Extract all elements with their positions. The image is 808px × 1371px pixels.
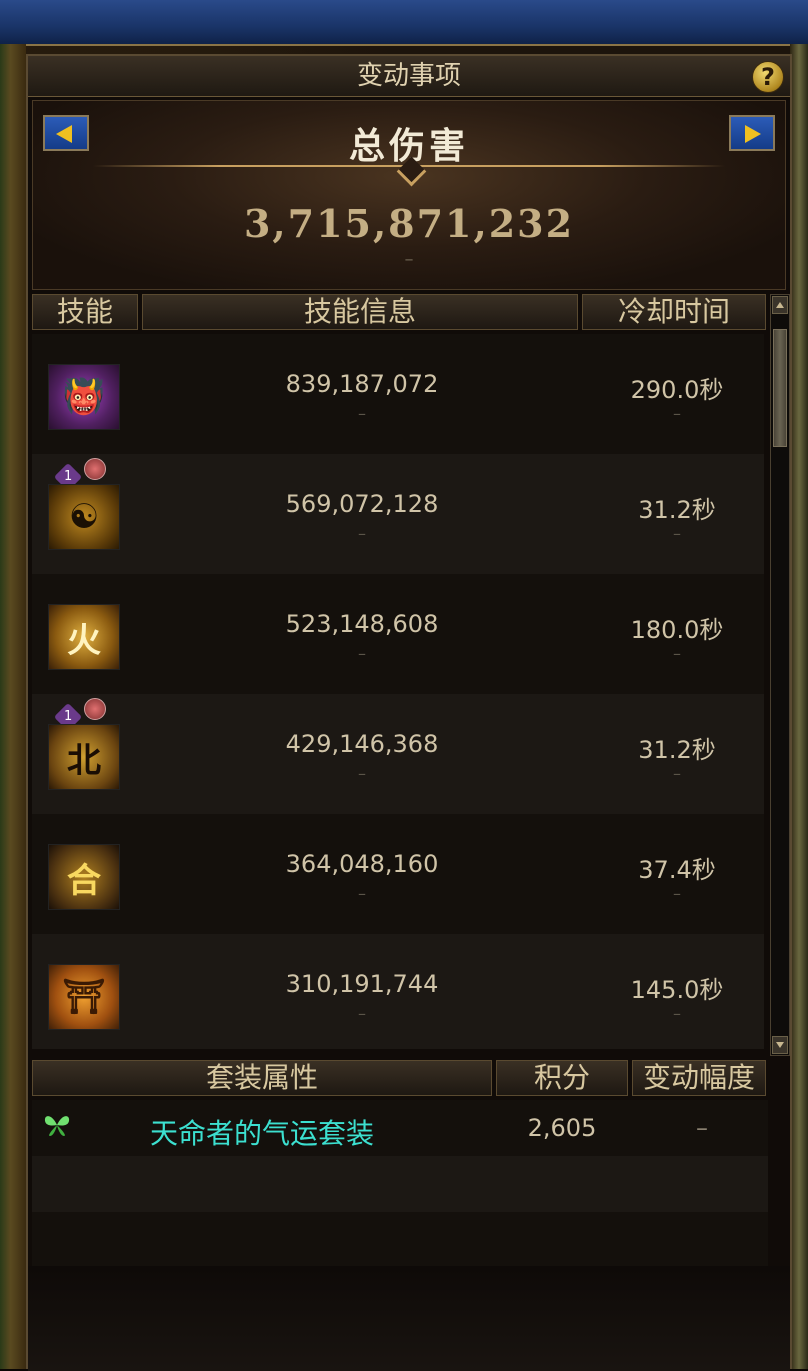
skill-damage: 310,191,744 bbox=[285, 970, 439, 998]
empty-set-row bbox=[32, 1156, 768, 1212]
set-change: – bbox=[696, 1114, 708, 1142]
skill-row[interactable]: 火 523,148,608 – 180.0秒 – bbox=[32, 574, 764, 694]
scroll-thumb[interactable] bbox=[773, 329, 787, 447]
change-details-panel: 变动事项 ? 总伤害 3,715,871,232 – 技能 技能信息 冷却时间 … bbox=[26, 54, 792, 1371]
skill-row[interactable]: 👹 839,187,072 – 290.0秒 – bbox=[32, 334, 764, 454]
skill-cooldown-change: – bbox=[673, 404, 681, 423]
column-header-skill: 技能 bbox=[32, 294, 138, 330]
skill-cooldown: 31.2秒 bbox=[638, 496, 716, 524]
panel-title: 变动事项 bbox=[356, 61, 461, 91]
help-icon[interactable]: ? bbox=[752, 61, 784, 93]
butterfly-icon bbox=[40, 1110, 74, 1140]
game-top-bar bbox=[0, 0, 808, 46]
total-damage-change: – bbox=[404, 249, 414, 270]
calligraphy-skill-icon: 北 bbox=[48, 724, 120, 790]
game-left-scenery bbox=[0, 44, 26, 1369]
skill-cooldown-change: – bbox=[673, 1004, 681, 1023]
panel-footer bbox=[28, 1266, 790, 1371]
skill-damage-change: – bbox=[358, 1004, 366, 1023]
set-name: 天命者的气运套装 bbox=[150, 1117, 375, 1150]
golden-gate-skill-icon: ⛩ bbox=[48, 964, 120, 1030]
skill-damage: 523,148,608 bbox=[285, 610, 439, 638]
total-damage-value: 3,715,871,232 bbox=[243, 201, 575, 246]
skill-damage: 364,048,160 bbox=[285, 850, 439, 878]
total-damage-header: 总伤害 3,715,871,232 – bbox=[32, 100, 786, 290]
column-header-set-attribute: 套装属性 bbox=[32, 1060, 492, 1096]
skill-cooldown: 180.0秒 bbox=[630, 616, 724, 644]
skill-row[interactable]: 1 ☯ 569,072,128 – 31.2秒 – bbox=[32, 454, 764, 574]
game-right-scenery bbox=[790, 44, 808, 1369]
empty-set-row bbox=[32, 1212, 768, 1268]
skill-damage-change: – bbox=[358, 884, 366, 903]
skill-cooldown: 37.4秒 bbox=[638, 856, 716, 884]
skill-cooldown: 290.0秒 bbox=[630, 376, 724, 404]
column-header-score: 积分 bbox=[496, 1060, 628, 1096]
skill-cooldown: 145.0秒 bbox=[630, 976, 724, 1004]
skill-badges: 1 bbox=[53, 698, 112, 732]
skill-damage-change: – bbox=[358, 644, 366, 663]
swirl-badge-icon bbox=[84, 698, 106, 720]
skill-list-scrollbar[interactable] bbox=[770, 294, 790, 1056]
skill-damage-change: – bbox=[358, 764, 366, 783]
skill-row[interactable]: 1 北 429,146,368 – 31.2秒 – bbox=[32, 694, 764, 814]
skill-row[interactable]: 合 364,048,160 – 37.4秒 – bbox=[32, 814, 764, 934]
panel-title-bar: 变动事项 ? bbox=[28, 56, 790, 97]
skill-cooldown-change: – bbox=[673, 764, 681, 783]
golden-dragon-skill-icon: 火 bbox=[48, 604, 120, 670]
set-row[interactable]: 天命者的气运套装 2,605 – bbox=[32, 1100, 768, 1156]
skill-damage: 429,146,368 bbox=[285, 730, 439, 758]
column-header-change-range: 变动幅度 bbox=[632, 1060, 766, 1096]
skill-cooldown-change: – bbox=[673, 884, 681, 903]
skill-damage-change: – bbox=[358, 404, 366, 423]
yin-yang-seal-skill-icon: ☯ bbox=[48, 484, 120, 550]
skill-cooldown-change: – bbox=[673, 524, 681, 543]
column-header-cooldown: 冷却时间 bbox=[582, 294, 766, 330]
skill-cooldown: 31.2秒 bbox=[638, 736, 716, 764]
column-header-skill-info: 技能信息 bbox=[142, 294, 578, 330]
skill-cooldown-change: – bbox=[673, 644, 681, 663]
skill-damage-change: – bbox=[358, 524, 366, 543]
skill-row[interactable]: ⛩ 310,191,744 – 145.0秒 – bbox=[32, 934, 764, 1049]
skill-damage: 569,072,128 bbox=[285, 490, 439, 518]
skill-list: 👹 839,187,072 – 290.0秒 – 1 ☯ 569,072,128… bbox=[32, 334, 764, 1049]
demon-mask-skill-icon: 👹 bbox=[48, 364, 120, 430]
he-glyph-skill-icon: 合 bbox=[48, 844, 120, 910]
scroll-down-button[interactable] bbox=[772, 1036, 788, 1054]
scroll-up-button[interactable] bbox=[772, 296, 788, 314]
skill-badges: 1 bbox=[53, 458, 112, 492]
swirl-badge-icon bbox=[84, 458, 106, 480]
set-score: 2,605 bbox=[527, 1114, 597, 1142]
skill-damage: 839,187,072 bbox=[285, 370, 439, 398]
